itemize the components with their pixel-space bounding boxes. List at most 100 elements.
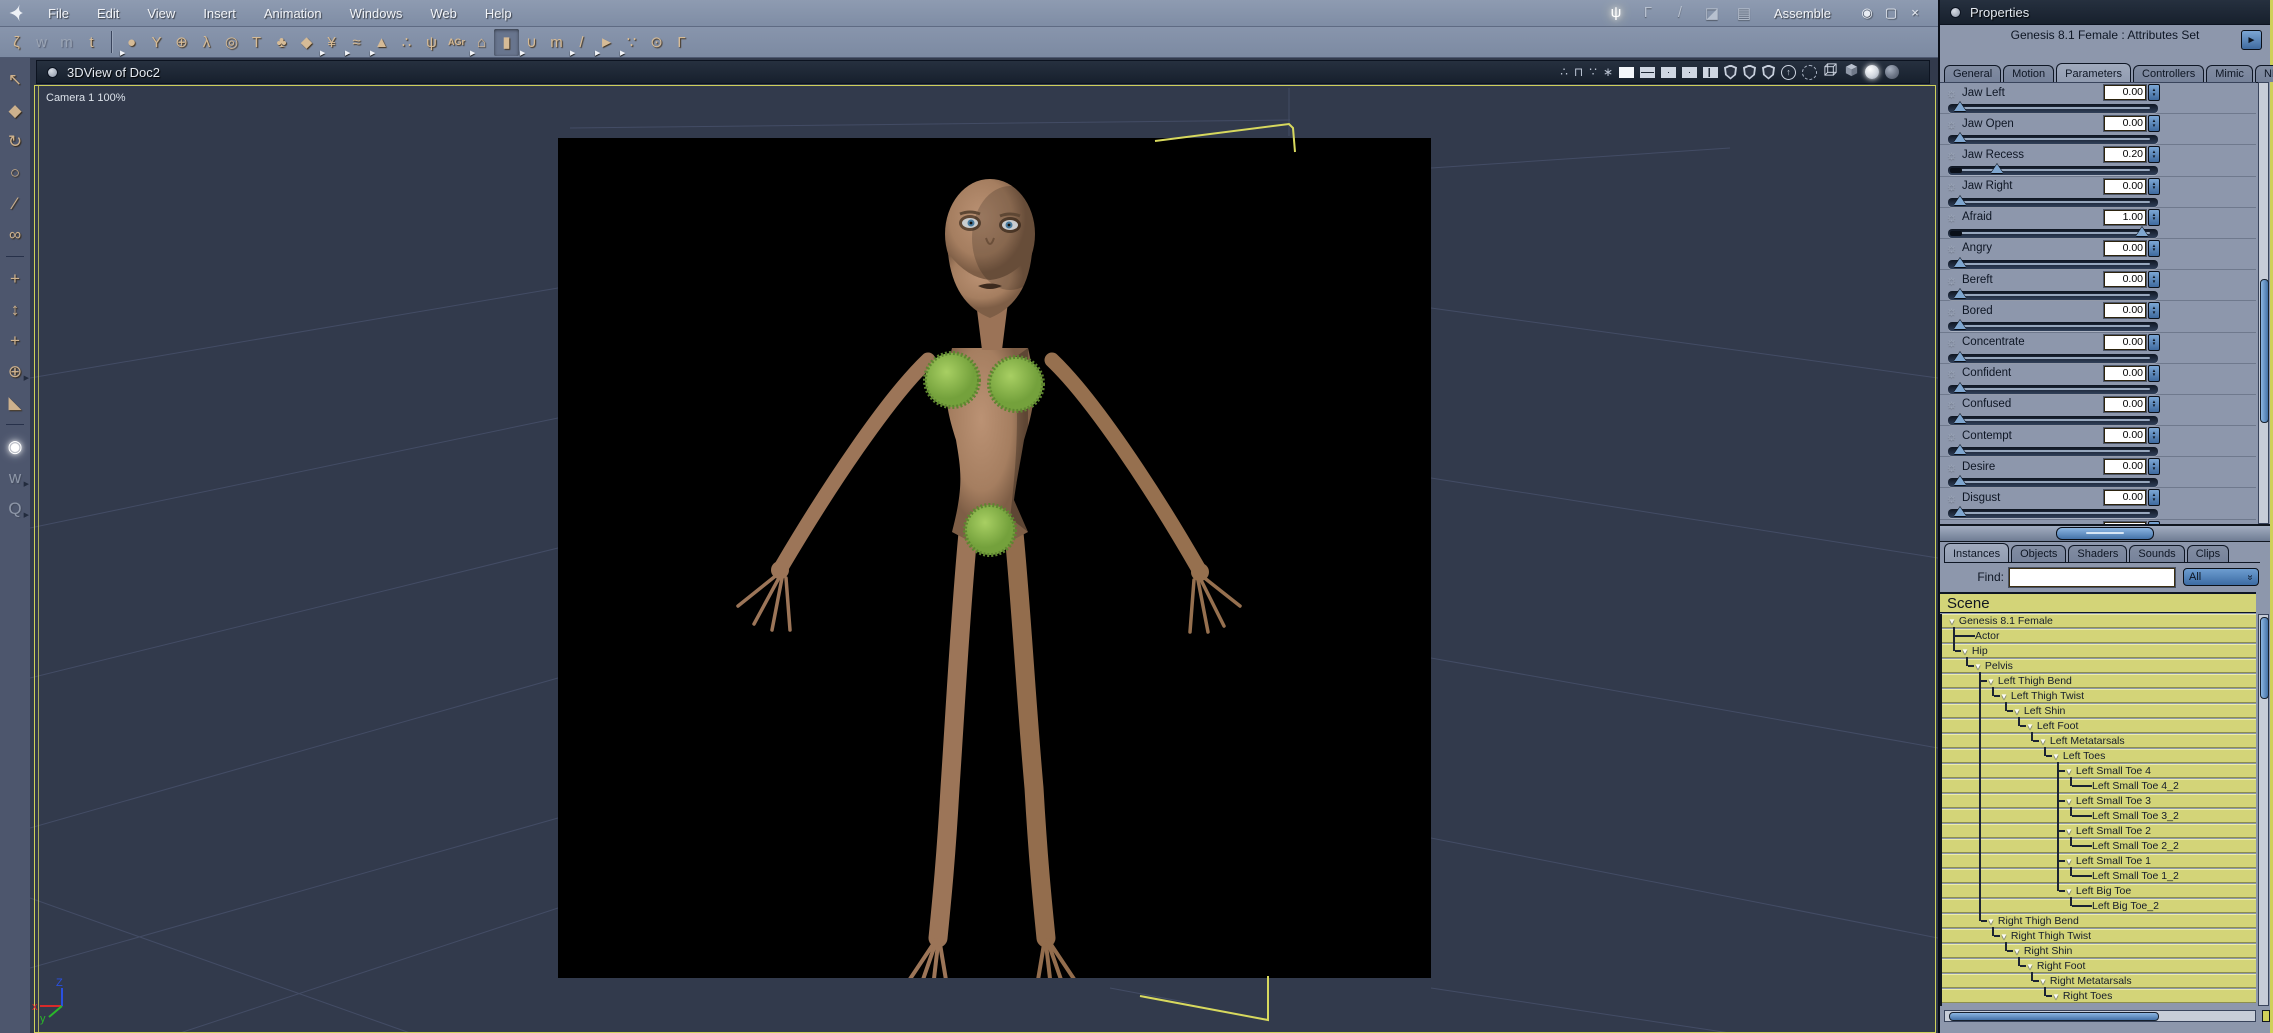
scene-root-header[interactable]: Scene xyxy=(1940,592,2256,613)
scrollbar-thumb[interactable] xyxy=(1949,1012,2159,1021)
finger-pose-tool[interactable]: t xyxy=(79,29,104,56)
parameter-slider[interactable] xyxy=(1948,382,2158,394)
menu-file[interactable]: File xyxy=(34,6,83,21)
link-tool[interactable]: ∞ xyxy=(1,219,29,250)
parameter-slider[interactable] xyxy=(1948,226,2158,238)
tree-row[interactable]: Actor xyxy=(1942,627,2256,645)
parameter-value-input[interactable]: 0.00 xyxy=(2104,428,2146,444)
properties-titlebar[interactable]: Properties xyxy=(1940,0,2270,25)
tree-row[interactable]: ▼ Left Small Toe 3 xyxy=(1942,792,2256,810)
tree-row[interactable]: ▼ Pelvis xyxy=(1942,657,2256,673)
insert-plant[interactable]: ¥ ▶ xyxy=(319,29,344,57)
value-stepper[interactable]: ▲▼ xyxy=(2148,364,2160,382)
expander-icon[interactable]: ▼ xyxy=(2000,932,2008,941)
tree-row[interactable]: ▼ Genesis 8.1 Female xyxy=(1942,614,2256,628)
expander-icon[interactable]: ▼ xyxy=(2065,887,2073,896)
tree-row[interactable]: ▼ Left Toes xyxy=(1942,747,2256,765)
tree-row[interactable]: ▼ Left Thigh Bend xyxy=(1942,672,2256,690)
parameter-slider[interactable] xyxy=(1948,320,2158,332)
gear-icon[interactable]: ☼ xyxy=(1946,335,1957,349)
menu-animation[interactable]: Animation xyxy=(250,6,336,21)
working-box-tool[interactable]: ◣ xyxy=(1,387,29,418)
parameter-value-input[interactable]: 0.00 xyxy=(2104,85,2146,100)
slider-thumb[interactable] xyxy=(1953,507,1966,517)
gear-icon[interactable]: ☼ xyxy=(1946,117,1957,131)
tab-motion[interactable]: Motion xyxy=(2003,65,2055,82)
tab-sounds[interactable]: Sounds xyxy=(2129,545,2185,562)
expander-icon[interactable]: ▼ xyxy=(2065,857,2073,866)
tree-row[interactable]: Left Small Toe 4_2 xyxy=(1942,777,2256,795)
expander-icon[interactable]: ▼ xyxy=(2065,797,2073,806)
move-plane-tool[interactable]: + xyxy=(1,325,29,356)
parameter-slider[interactable] xyxy=(1948,507,2158,519)
menu-view[interactable]: View xyxy=(133,6,189,21)
pan-view-tool[interactable]: w ▶ xyxy=(1,462,29,493)
room-render-icon[interactable]: ▤ xyxy=(1733,4,1755,22)
parameter-value-input[interactable]: 1.00 xyxy=(2104,209,2146,225)
parameter-value-input[interactable]: 0.00 xyxy=(2104,178,2146,194)
expander-icon[interactable]: ▼ xyxy=(2013,947,2021,956)
value-stepper[interactable]: ▲▼ xyxy=(2148,239,2160,257)
parameter-slider[interactable] xyxy=(1948,413,2158,425)
pose-hand-tool[interactable]: m xyxy=(54,29,79,56)
value-stepper[interactable]: ▲▼ xyxy=(2148,489,2160,507)
eye-toggle-icon[interactable]: ◉ xyxy=(1858,5,1876,21)
tab-shaders[interactable]: Shaders xyxy=(2068,545,2128,562)
scrollbar-thumb[interactable] xyxy=(2260,617,2269,699)
expander-icon[interactable]: ▼ xyxy=(1987,677,1995,686)
tab-parameters[interactable]: Parameters xyxy=(2056,63,2132,82)
insert-house[interactable]: ⌂ ▶ xyxy=(469,29,494,57)
parameter-value-input[interactable]: 0.00 xyxy=(2104,490,2146,506)
insert-crown[interactable]: ∪ ▶ xyxy=(519,29,544,57)
gear-icon[interactable]: ☼ xyxy=(1946,460,1957,474)
slider-thumb[interactable] xyxy=(1953,257,1966,267)
tab-controllers[interactable]: Controllers xyxy=(2133,65,2205,82)
value-stepper[interactable]: ▲▼ xyxy=(2148,115,2160,133)
expander-icon[interactable]: ▼ xyxy=(1961,647,1969,656)
find-filter-dropdown[interactable]: All » xyxy=(2183,568,2259,586)
slider-thumb[interactable] xyxy=(1953,289,1966,299)
menu-windows[interactable]: Windows xyxy=(336,6,417,21)
tree-row[interactable]: ▼ Left Small Toe 1 xyxy=(1942,852,2256,870)
insert-vase[interactable]: Y xyxy=(144,29,169,56)
tree-row[interactable]: ▼ Hip xyxy=(1942,642,2256,658)
find-input[interactable] xyxy=(2009,567,2175,587)
gear-icon[interactable]: ☼ xyxy=(1946,491,1957,505)
tree-row[interactable]: ▼ Left Small Toe 4 xyxy=(1942,762,2256,780)
slider-thumb[interactable] xyxy=(1953,445,1966,455)
gear-icon[interactable]: ☼ xyxy=(1946,273,1957,287)
parameter-value-input[interactable]: 0.00 xyxy=(2104,303,2146,319)
parameter-slider[interactable] xyxy=(1948,476,2158,488)
tab-general[interactable]: General xyxy=(1944,65,2002,82)
expander-icon[interactable]: ▼ xyxy=(1987,917,1995,926)
parameter-value-input[interactable]: 0.00 xyxy=(2104,116,2146,132)
rotate-tool[interactable]: ↻ xyxy=(1,126,29,157)
parameter-slider[interactable] xyxy=(1948,351,2158,363)
insert-capsule[interactable]: ▮ xyxy=(494,28,519,56)
menu-help[interactable]: Help xyxy=(471,6,526,21)
insert-target[interactable]: ⊙ xyxy=(644,29,669,56)
tree-row[interactable]: Left Small Toe 1_2 xyxy=(1942,867,2256,885)
insert-cloud[interactable]: ≈ ▶ xyxy=(344,29,369,57)
parameter-value-input[interactable]: 0.00 xyxy=(2104,272,2146,288)
move-tool[interactable]: + xyxy=(1,263,29,294)
value-stepper[interactable]: ▲▼ xyxy=(2148,395,2160,413)
ring-tool[interactable]: ○ xyxy=(1,157,29,188)
value-stepper[interactable]: ▲▼ xyxy=(2148,84,2160,101)
gear-icon[interactable]: ☼ xyxy=(1946,429,1957,443)
tree-row[interactable]: ▼ Left Small Toe 2 xyxy=(1942,822,2256,840)
splitter-grip[interactable] xyxy=(2056,527,2154,540)
tree-row[interactable]: ▼ Left Thigh Twist xyxy=(1942,687,2256,705)
gear-icon[interactable]: ☼ xyxy=(1946,366,1957,380)
parameter-slider[interactable] xyxy=(1948,133,2158,145)
insert-auto-group[interactable]: AGr xyxy=(444,29,469,56)
insert-hand[interactable]: m xyxy=(544,29,569,56)
gear-icon[interactable]: ☼ xyxy=(1946,148,1957,162)
tree-row[interactable]: ▼ Right Metatarsals xyxy=(1942,972,2256,988)
slider-thumb[interactable] xyxy=(1953,476,1966,486)
gear-icon[interactable]: ☼ xyxy=(1946,86,1957,100)
parameter-value-input[interactable]: 0.00 xyxy=(2104,240,2146,256)
select-tool[interactable]: ↖ xyxy=(1,64,29,95)
zoom-view-tool[interactable]: Q ▶ xyxy=(1,493,29,524)
gear-icon[interactable]: ☼ xyxy=(1946,179,1957,193)
